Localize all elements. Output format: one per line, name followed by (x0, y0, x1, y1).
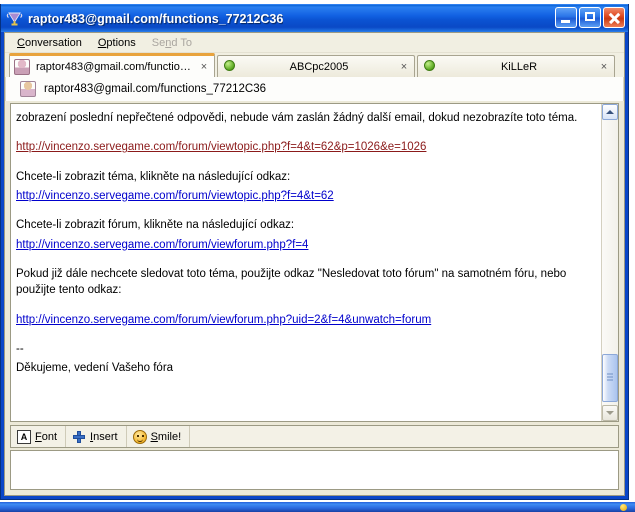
tab-killer[interactable]: KiLLeR × (417, 55, 615, 77)
tab-bar: raptor483@gmail.com/functions... × ABCpc… (5, 53, 624, 77)
tab-abcpc2005[interactable]: ABCpc2005 × (217, 55, 415, 77)
message-line-6: Děkujeme, vedení Vašeho fóra (16, 362, 174, 375)
menu-bar: Conversation Options Send To (5, 33, 624, 53)
menu-item-send-to: Send To (151, 36, 192, 49)
plus-icon (72, 430, 86, 444)
tab-close-icon[interactable]: × (398, 61, 410, 73)
font-button[interactable]: A Font (11, 426, 67, 447)
tab-raptor483[interactable]: raptor483@gmail.com/functions... × (9, 53, 215, 77)
window-client-area: Conversation Options Send To raptor483@g… (4, 32, 625, 496)
forum-viewforum-link[interactable]: http://vincenzo.servegame.com/forum/view… (16, 239, 308, 251)
smile-button[interactable]: Smile! (127, 426, 191, 447)
conversation-window: raptor483@gmail.com/functions_77212C36 C… (0, 4, 629, 500)
font-button-label: Font (35, 430, 58, 443)
message-line-1: zobrazení poslední nepřečtené odpovědi, … (16, 112, 578, 124)
menu-item-conversation[interactable]: Conversation (9, 35, 90, 51)
scrollbar-track[interactable] (602, 120, 618, 405)
insert-button-label: Insert (90, 430, 118, 443)
message-line-5: -- (16, 342, 24, 355)
menu-item-options[interactable]: Options (90, 35, 144, 51)
tab-close-icon[interactable]: × (198, 61, 210, 73)
message-line-2: Chcete-li zobrazit téma, klikněte na nás… (16, 170, 291, 183)
desktop-background: raptor483@gmail.com/functions_77212C36 C… (0, 0, 635, 512)
smiley-icon (132, 429, 147, 444)
title-bar[interactable]: raptor483@gmail.com/functions_77212C36 (1, 4, 628, 32)
minimize-button[interactable] (555, 7, 577, 28)
contact-avatar-icon (20, 81, 36, 97)
scroll-up-arrow-icon[interactable] (602, 104, 618, 120)
scrollbar-thumb[interactable] (602, 354, 618, 402)
forum-viewtopic-full-link[interactable]: http://vincenzo.servegame.com/forum/view… (16, 141, 426, 153)
close-button[interactable] (603, 7, 625, 28)
tray-icon[interactable] (620, 504, 627, 511)
status-online-icon (222, 59, 236, 74)
person-icon (14, 58, 30, 75)
tab-label: ABCpc2005 (289, 60, 349, 73)
message-history-pane: zobrazení poslední nepřečtené odpovědi, … (10, 103, 619, 422)
tab-label: raptor483@gmail.com/functions... (36, 60, 198, 73)
message-text[interactable]: zobrazení poslední nepřečtené odpovědi, … (11, 104, 601, 421)
smile-button-label: Smile! (150, 430, 182, 443)
status-online-icon (422, 59, 436, 74)
gaim-logo-icon (6, 10, 23, 27)
taskbar[interactable] (0, 502, 635, 512)
message-scrollbar[interactable] (601, 104, 618, 421)
message-input[interactable] (11, 451, 618, 489)
tab-close-icon[interactable]: × (598, 61, 610, 73)
format-toolbar: A Font Insert Smile! (10, 425, 619, 448)
window-title: raptor483@gmail.com/functions_77212C36 (28, 11, 284, 26)
maximize-button[interactable] (579, 7, 601, 28)
tab-label: KiLLeR (500, 60, 538, 73)
forum-viewtopic-link[interactable]: http://vincenzo.servegame.com/forum/view… (16, 190, 334, 202)
contact-name: raptor483@gmail.com/functions_77212C36 (44, 83, 266, 95)
caption-button-group (555, 7, 625, 28)
message-line-3: Chcete-li zobrazit fórum, klikněte na ná… (16, 219, 295, 232)
forum-unwatch-link[interactable]: http://vincenzo.servegame.com/forum/view… (16, 314, 431, 326)
message-input-wrapper[interactable] (10, 450, 619, 490)
message-line-4: Pokud již dále nechcete sledovat toto té… (16, 267, 567, 297)
scroll-down-arrow-icon[interactable] (602, 405, 618, 421)
conversation-header: raptor483@gmail.com/functions_77212C36 (5, 77, 624, 101)
insert-button[interactable]: Insert (66, 426, 127, 447)
font-a-icon: A (17, 429, 31, 444)
